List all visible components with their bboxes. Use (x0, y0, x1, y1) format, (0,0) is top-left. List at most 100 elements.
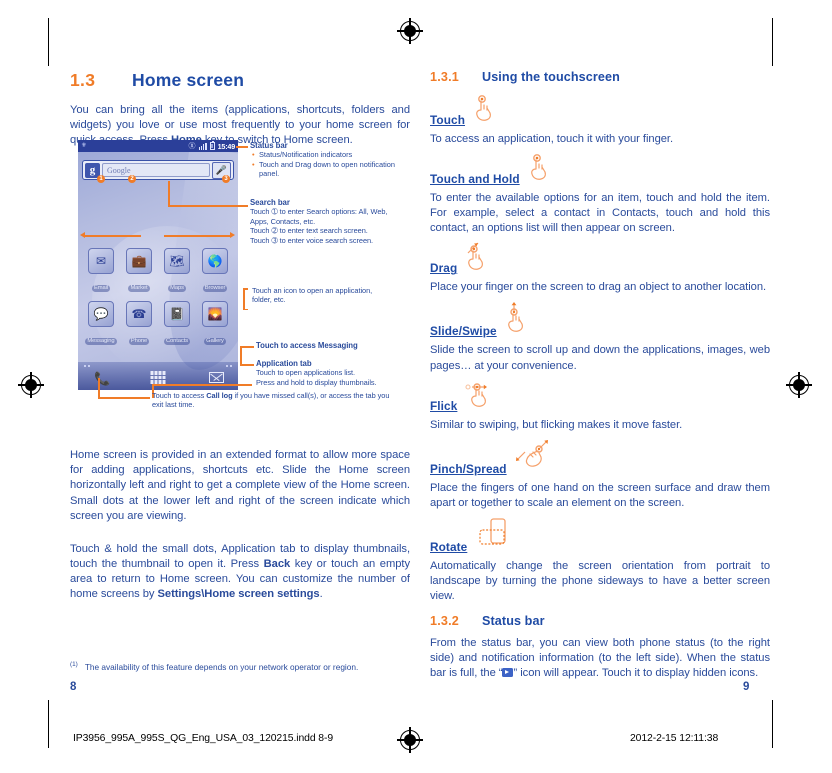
callout-2: 2 (128, 175, 136, 183)
section-number: 1.3 (70, 70, 96, 90)
search-bar-leader-horizontal (168, 205, 248, 207)
app-label: Messaging (85, 337, 117, 345)
contacts-card-icon: 📓 (164, 301, 190, 327)
pan-left-arrow-icon (80, 232, 85, 238)
icon-note-bracket-bottom (243, 308, 248, 310)
page-indicator-left (84, 365, 90, 367)
email-icon: ✉ (88, 248, 114, 274)
notification-icon: ⚜ (81, 141, 87, 149)
page-number-left: 8 (70, 681, 77, 693)
app-maps[interactable]: 🗺 Maps (160, 248, 194, 294)
callout-3: 3 (222, 175, 230, 183)
app-email[interactable]: ✉ Email (84, 248, 118, 294)
status-bar-paragraph: From the status bar, you can view both p… (430, 636, 770, 681)
hand-flick-icon (464, 381, 498, 414)
app-label: Phone (128, 337, 150, 345)
gesture-rotate-header: Rotate (430, 518, 770, 555)
gesture-flick-text: Similar to swiping, but flicking makes i… (430, 418, 683, 431)
signal-bars-icon (198, 142, 207, 150)
application-tab-grid-icon[interactable] (150, 371, 166, 384)
gesture-touch-header: Touch (430, 95, 770, 128)
section-number: 1.3.2 (430, 614, 460, 629)
gesture-pinch-text: Place the fingers of one hand on the scr… (430, 481, 770, 509)
section-heading-1-3-2: 1.3.2 Status bar (430, 614, 770, 628)
annotation-messaging: Touch to access Messaging (256, 341, 406, 350)
app-phone[interactable]: ☎ Phone (122, 301, 156, 347)
envelope-icon[interactable] (209, 372, 224, 383)
gesture-name: Touch (430, 113, 466, 127)
icon-note-bracket-top (243, 288, 248, 290)
thumbnails-paragraph: Touch & hold the small dots, Application… (70, 542, 410, 601)
footnote: (1) The availability of this feature dep… (70, 661, 770, 673)
gesture-flick-header: Flick (430, 381, 770, 414)
application-tab-leader-from-dock-h (152, 384, 252, 386)
hand-slide-icon (504, 300, 532, 339)
search-input[interactable]: Google (102, 163, 210, 177)
right-column: 1.3.1 Using the touchscreen Touch To acc… (430, 70, 770, 692)
home-screen-illustration: ⚜ Ⓧ 15:49 g Google 🎤 1 2 3 ✉ Email 💼 Mar… (78, 140, 238, 390)
call-log-leader-vertical (98, 378, 100, 398)
app-browser[interactable]: 🌎 Browser (198, 248, 232, 294)
crop-mark-bottom-right (772, 700, 774, 748)
gesture-drag-text: Place your finger on the screen to drag … (430, 281, 767, 294)
annotation-line: Press and hold to display thumbnails. (256, 377, 377, 387)
hand-drag-icon (464, 241, 498, 276)
app-label: Browser (202, 284, 228, 292)
messaging-leader-line (240, 346, 254, 348)
callout-1: 1 (97, 175, 105, 183)
crop-mark-top-left (48, 18, 50, 66)
registration-mark-bottom (397, 727, 423, 753)
app-contacts[interactable]: 📓 Contacts (160, 301, 194, 347)
app-grid: ✉ Email 💼 Market 🗺 Maps 🌎 Browser 💬 Mess… (82, 248, 234, 354)
gesture-name: Slide/Swipe (430, 324, 497, 339)
bluetooth-icon: Ⓧ (188, 142, 196, 150)
gesture-touch-text: To access an application, touch it with … (430, 133, 674, 145)
icon-note-bracket (243, 288, 245, 310)
app-messaging[interactable]: 💬 Messaging (84, 301, 118, 347)
gesture-drag-header: Drag (430, 242, 770, 276)
annotation-line: Touch ➂ to enter voice search screen. (250, 235, 374, 245)
print-timestamp: 2012-2-15 12:11:38 (630, 733, 719, 744)
app-market[interactable]: 💼 Market (122, 248, 156, 294)
app-row-2: 💬 Messaging ☎ Phone 📓 Contacts 🌄 Gallery (82, 301, 234, 347)
annotation-icon-note: Touch an icon to open an application, fo… (252, 286, 392, 305)
registration-mark-top (397, 18, 423, 44)
gesture-name: Pinch/Spread (430, 461, 507, 476)
annotation-line: Touch to access Call log if you have mis… (152, 391, 390, 410)
annotation-line: Touch to access Messaging (256, 341, 358, 350)
annotation-title: Application tab (256, 359, 312, 368)
gesture-rotate-text: Automatically change the screen orientat… (430, 559, 770, 603)
annotation-bullet: Touch and Drag down to open notification… (252, 160, 395, 179)
picture-icon: 🌄 (202, 301, 228, 327)
status-bar-clock: 15:49 (217, 141, 236, 151)
battery-icon (209, 141, 215, 150)
app-label: Gallery (204, 337, 226, 345)
call-log-leader-horizontal (98, 397, 150, 399)
gesture-touch-hold-text: To enter the available options for an it… (430, 192, 770, 235)
gesture-slide-header: Slide/Swipe (430, 302, 770, 339)
section-title: Status bar (482, 614, 545, 629)
gesture-pinch-header: Pinch/Spread (430, 439, 770, 477)
page-number-right: 9 (743, 681, 750, 693)
footnote-marker: (1) (70, 661, 78, 668)
annotation-status-bar: Status bar Status/Notification indicator… (250, 141, 395, 179)
app-label: Contacts (163, 337, 191, 345)
pan-right-arrow-icon (230, 232, 235, 238)
app-gallery[interactable]: 🌄 Gallery (198, 301, 232, 347)
hand-touch-hold-icon (527, 154, 553, 187)
annotation-application-tab: Application tab Touch to open applicatio… (256, 359, 406, 387)
page-indicator-right (226, 365, 232, 367)
annotation-title: Search bar (250, 198, 290, 207)
hand-touch-icon (472, 95, 498, 128)
crop-mark-top-right (772, 18, 774, 66)
annotation-title: Status bar (250, 141, 288, 150)
gesture-name: Rotate (430, 539, 468, 554)
phone-handset-icon[interactable]: 📞 (94, 371, 110, 387)
search-bar-leader-vertical (168, 181, 170, 206)
app-row-1: ✉ Email 💼 Market 🗺 Maps 🌎 Browser (82, 248, 234, 294)
section-title: Using the touchscreen (482, 70, 620, 84)
phone-status-bar: ⚜ Ⓧ 15:49 (78, 140, 238, 152)
section-heading-1-3: 1.3 Home screen (70, 70, 410, 91)
section-heading-1-3-1: 1.3.1 Using the touchscreen (430, 70, 770, 84)
registration-mark-right (786, 372, 812, 398)
